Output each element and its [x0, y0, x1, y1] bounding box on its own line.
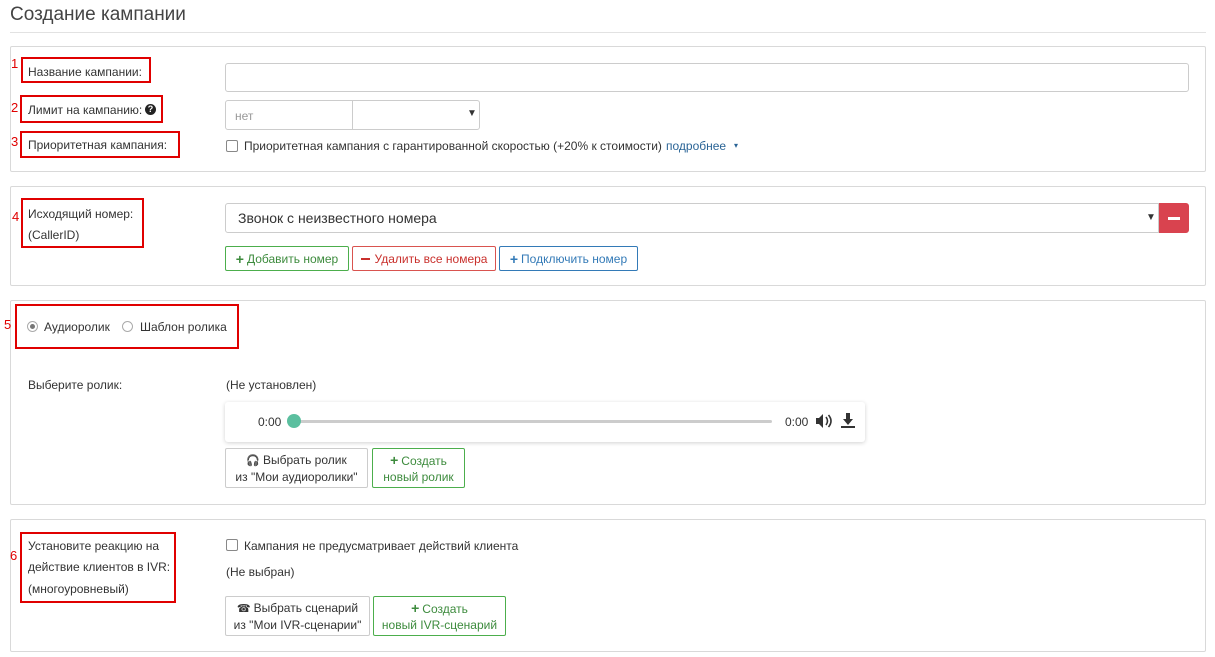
- caller-id-sublabel: (CallerID): [28, 228, 80, 242]
- phone-icon: ☎: [236, 602, 251, 615]
- volume-icon[interactable]: [815, 413, 833, 429]
- chevron-down-icon: ▼: [467, 108, 477, 119]
- connect-number-label: Подключить номер: [521, 251, 628, 266]
- caller-id-label: Исходящий номер:: [28, 207, 134, 221]
- audio-radio-label: Аудиоролик: [44, 320, 110, 334]
- add-number-label: Добавить номер: [246, 251, 339, 266]
- select-audio-label: Выберите ролик:: [28, 378, 123, 392]
- choose-audio-button[interactable]: 🎧 Выбрать ролик из "Мои аудиоролики": [225, 448, 368, 488]
- minus-icon: [1168, 216, 1180, 220]
- chevron-down-icon: ▼: [1146, 212, 1156, 223]
- create-audio-sublabel: новый ролик: [383, 469, 454, 484]
- plus-icon: +: [411, 599, 420, 616]
- plus-icon: +: [509, 250, 519, 267]
- choose-ivr-label: Выбрать сценарий: [253, 600, 359, 615]
- priority-checkbox-label: Приоритетная кампания с гарантированной …: [244, 139, 662, 153]
- caret-down-icon: ▾: [734, 141, 739, 150]
- annotation-number: 4: [12, 209, 20, 224]
- ivr-status: (Не выбран): [226, 565, 295, 579]
- page-title: Создание кампании: [10, 4, 186, 25]
- create-audio-button[interactable]: + Создать новый ролик: [372, 448, 465, 488]
- question-circle-icon[interactable]: ?: [145, 104, 156, 115]
- annotation-number: 3: [11, 134, 19, 149]
- plus-icon: +: [390, 451, 399, 468]
- add-number-button[interactable]: + Добавить номер: [225, 246, 349, 271]
- no-client-actions-checkbox[interactable]: [226, 539, 238, 551]
- limit-label: Лимит на кампанию:: [28, 103, 143, 117]
- campaign-name-label: Название кампании:: [28, 65, 142, 79]
- player-current-time: 0:00: [258, 415, 282, 429]
- delete-all-numbers-button[interactable]: Удалить все номера: [352, 246, 496, 271]
- create-audio-label: Создать: [401, 453, 447, 468]
- more-link[interactable]: подробнее: [666, 139, 726, 153]
- annotation-number: 1: [11, 56, 19, 71]
- connect-number-button[interactable]: + Подключить номер: [499, 246, 638, 271]
- priority-checkbox[interactable]: [226, 140, 238, 152]
- ivr-label-line3: (многоуровневый): [28, 582, 129, 596]
- create-ivr-button[interactable]: + Создать новый IVR-сценарий: [373, 596, 506, 636]
- title-divider: [10, 32, 1206, 33]
- download-icon[interactable]: [841, 413, 855, 429]
- ivr-label-line2: действие клиентов в IVR:: [28, 560, 171, 574]
- template-radio[interactable]: [122, 321, 133, 332]
- ivr-panel: [10, 519, 1206, 652]
- audio-status: (Не установлен): [226, 378, 317, 392]
- create-ivr-sublabel: новый IVR-сценарий: [381, 617, 498, 632]
- minus-icon: [360, 257, 370, 260]
- priority-label: Приоритетная кампания:: [28, 138, 168, 152]
- campaign-name-input[interactable]: [225, 63, 1189, 92]
- delete-all-numbers-label: Удалить все номера: [374, 251, 488, 266]
- choose-audio-label: Выбрать ролик: [262, 452, 347, 467]
- player-seek-thumb[interactable]: [287, 414, 301, 428]
- plus-icon: +: [235, 250, 244, 267]
- choose-ivr-button[interactable]: ☎ Выбрать сценарий из "Мои IVR-сценарии": [225, 596, 370, 636]
- player-seek-bar[interactable]: [294, 420, 772, 423]
- caller-id-selected-value: Звонок с неизвестного номера: [238, 210, 437, 226]
- create-ivr-label: Создать: [422, 601, 468, 616]
- template-radio-label: Шаблон ролика: [140, 320, 227, 334]
- audio-radio[interactable]: [27, 321, 38, 332]
- annotation-number: 2: [11, 100, 19, 115]
- choose-audio-sublabel: из "Мои аудиоролики": [235, 469, 358, 484]
- no-client-actions-label: Кампания не предусматривает действий кли…: [244, 539, 519, 553]
- limit-divider: [352, 100, 353, 130]
- remove-number-button[interactable]: [1159, 203, 1189, 233]
- choose-ivr-sublabel: из "Мои IVR-сценарии": [233, 617, 362, 632]
- caller-id-panel: [10, 186, 1206, 286]
- annotation-number: 6: [10, 548, 18, 563]
- annotation-number: 5: [4, 317, 12, 332]
- player-duration: 0:00: [785, 415, 809, 429]
- limit-input[interactable]: нет: [235, 109, 253, 123]
- ivr-label-line1: Установите реакцию на: [28, 539, 160, 553]
- headphones-icon: 🎧: [246, 454, 260, 467]
